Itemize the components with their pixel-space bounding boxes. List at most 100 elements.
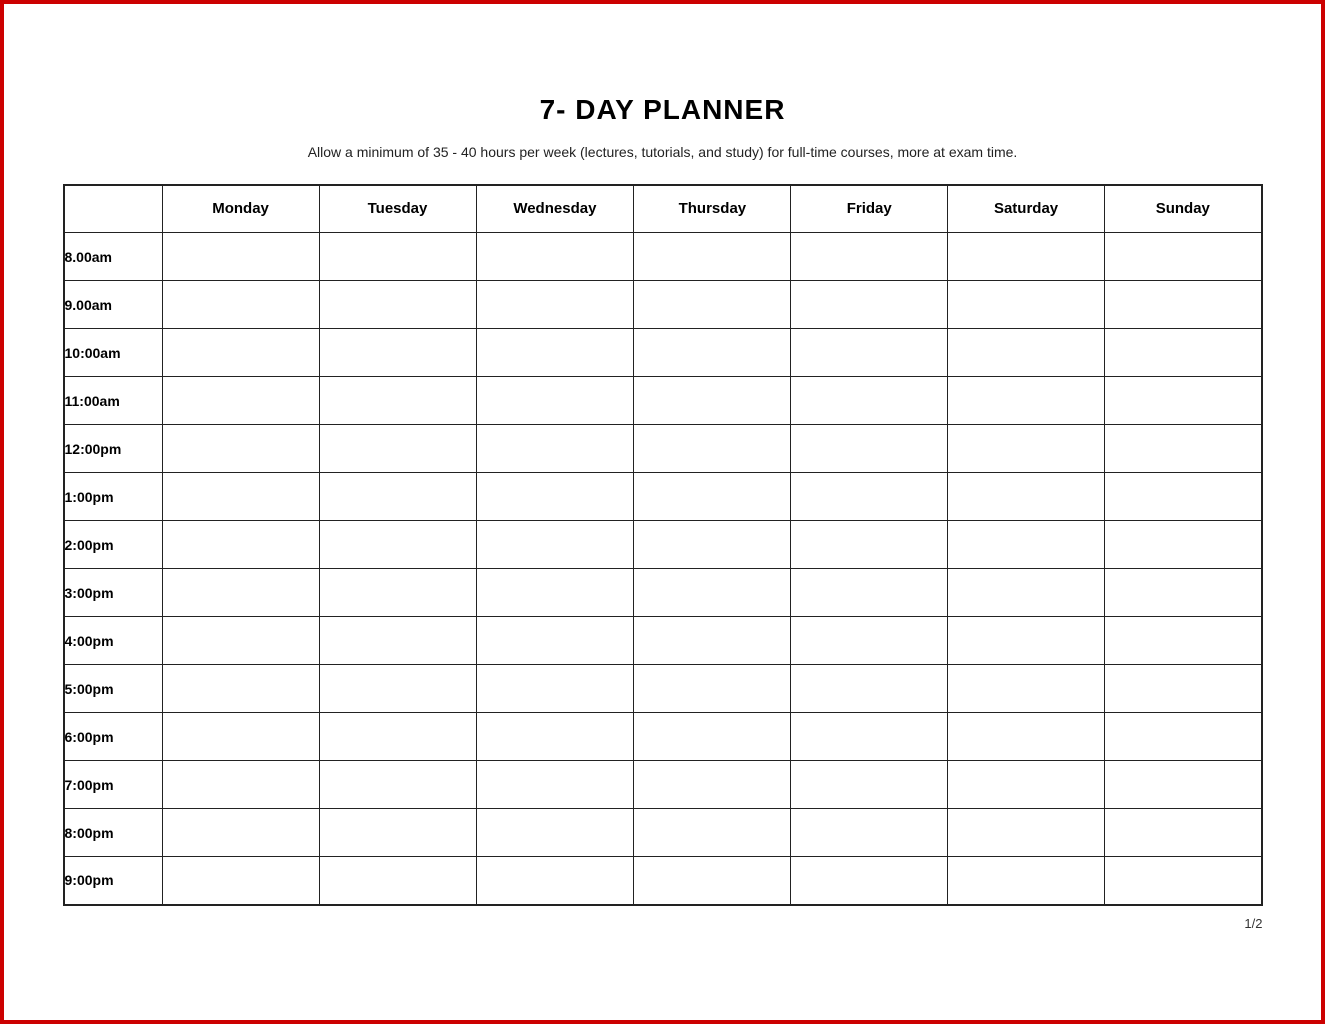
schedule-cell[interactable] [476, 233, 634, 281]
schedule-cell[interactable] [634, 281, 791, 329]
schedule-cell[interactable] [319, 425, 476, 473]
schedule-cell[interactable] [1105, 665, 1262, 713]
schedule-cell[interactable] [476, 473, 634, 521]
schedule-cell[interactable] [947, 617, 1104, 665]
schedule-cell[interactable] [1105, 521, 1262, 569]
schedule-cell[interactable] [319, 329, 476, 377]
schedule-cell[interactable] [1105, 425, 1262, 473]
schedule-cell[interactable] [162, 761, 319, 809]
schedule-cell[interactable] [791, 233, 948, 281]
schedule-cell[interactable] [947, 569, 1104, 617]
schedule-cell[interactable] [1105, 233, 1262, 281]
schedule-cell[interactable] [319, 281, 476, 329]
schedule-cell[interactable] [634, 569, 791, 617]
schedule-cell[interactable] [947, 857, 1104, 905]
schedule-cell[interactable] [162, 281, 319, 329]
schedule-cell[interactable] [319, 809, 476, 857]
schedule-cell[interactable] [476, 857, 634, 905]
schedule-cell[interactable] [162, 665, 319, 713]
schedule-cell[interactable] [947, 233, 1104, 281]
schedule-cell[interactable] [634, 713, 791, 761]
schedule-cell[interactable] [476, 665, 634, 713]
schedule-cell[interactable] [791, 377, 948, 425]
schedule-cell[interactable] [162, 329, 319, 377]
schedule-cell[interactable] [634, 857, 791, 905]
schedule-cell[interactable] [634, 809, 791, 857]
schedule-cell[interactable] [476, 377, 634, 425]
schedule-cell[interactable] [162, 233, 319, 281]
schedule-cell[interactable] [476, 425, 634, 473]
schedule-cell[interactable] [476, 521, 634, 569]
schedule-cell[interactable] [947, 473, 1104, 521]
schedule-cell[interactable] [947, 809, 1104, 857]
schedule-cell[interactable] [791, 425, 948, 473]
schedule-cell[interactable] [1105, 569, 1262, 617]
schedule-cell[interactable] [319, 473, 476, 521]
schedule-cell[interactable] [791, 569, 948, 617]
schedule-cell[interactable] [1105, 713, 1262, 761]
schedule-cell[interactable] [162, 569, 319, 617]
schedule-cell[interactable] [1105, 617, 1262, 665]
schedule-cell[interactable] [634, 665, 791, 713]
schedule-cell[interactable] [947, 665, 1104, 713]
schedule-cell[interactable] [476, 809, 634, 857]
schedule-cell[interactable] [476, 617, 634, 665]
schedule-cell[interactable] [791, 521, 948, 569]
schedule-cell[interactable] [791, 617, 948, 665]
schedule-cell[interactable] [791, 473, 948, 521]
schedule-cell[interactable] [1105, 377, 1262, 425]
schedule-cell[interactable] [634, 329, 791, 377]
schedule-cell[interactable] [476, 329, 634, 377]
schedule-cell[interactable] [476, 761, 634, 809]
schedule-cell[interactable] [162, 617, 319, 665]
schedule-cell[interactable] [476, 281, 634, 329]
schedule-cell[interactable] [162, 809, 319, 857]
schedule-cell[interactable] [947, 281, 1104, 329]
schedule-cell[interactable] [1105, 857, 1262, 905]
schedule-cell[interactable] [319, 713, 476, 761]
schedule-cell[interactable] [634, 617, 791, 665]
schedule-cell[interactable] [947, 521, 1104, 569]
schedule-cell[interactable] [476, 713, 634, 761]
schedule-cell[interactable] [634, 377, 791, 425]
schedule-cell[interactable] [947, 713, 1104, 761]
schedule-cell[interactable] [162, 521, 319, 569]
schedule-cell[interactable] [162, 425, 319, 473]
schedule-cell[interactable] [476, 569, 634, 617]
schedule-cell[interactable] [791, 329, 948, 377]
schedule-cell[interactable] [634, 521, 791, 569]
schedule-cell[interactable] [634, 425, 791, 473]
schedule-cell[interactable] [947, 329, 1104, 377]
schedule-cell[interactable] [1105, 809, 1262, 857]
schedule-cell[interactable] [1105, 761, 1262, 809]
schedule-cell[interactable] [319, 377, 476, 425]
schedule-cell[interactable] [791, 665, 948, 713]
schedule-cell[interactable] [319, 665, 476, 713]
schedule-cell[interactable] [162, 713, 319, 761]
schedule-cell[interactable] [791, 857, 948, 905]
schedule-cell[interactable] [634, 473, 791, 521]
schedule-cell[interactable] [947, 761, 1104, 809]
schedule-cell[interactable] [1105, 473, 1262, 521]
schedule-cell[interactable] [319, 569, 476, 617]
schedule-cell[interactable] [791, 713, 948, 761]
schedule-cell[interactable] [947, 425, 1104, 473]
schedule-cell[interactable] [319, 761, 476, 809]
schedule-cell[interactable] [162, 473, 319, 521]
schedule-cell[interactable] [319, 857, 476, 905]
schedule-cell[interactable] [162, 857, 319, 905]
table-row: 9.00am [64, 281, 1262, 329]
schedule-cell[interactable] [634, 233, 791, 281]
schedule-cell[interactable] [319, 521, 476, 569]
schedule-cell[interactable] [947, 377, 1104, 425]
schedule-cell[interactable] [1105, 329, 1262, 377]
schedule-cell[interactable] [634, 761, 791, 809]
table-row: 8:00pm [64, 809, 1262, 857]
schedule-cell[interactable] [319, 617, 476, 665]
schedule-cell[interactable] [162, 377, 319, 425]
schedule-cell[interactable] [791, 761, 948, 809]
schedule-cell[interactable] [1105, 281, 1262, 329]
schedule-cell[interactable] [319, 233, 476, 281]
schedule-cell[interactable] [791, 281, 948, 329]
schedule-cell[interactable] [791, 809, 948, 857]
